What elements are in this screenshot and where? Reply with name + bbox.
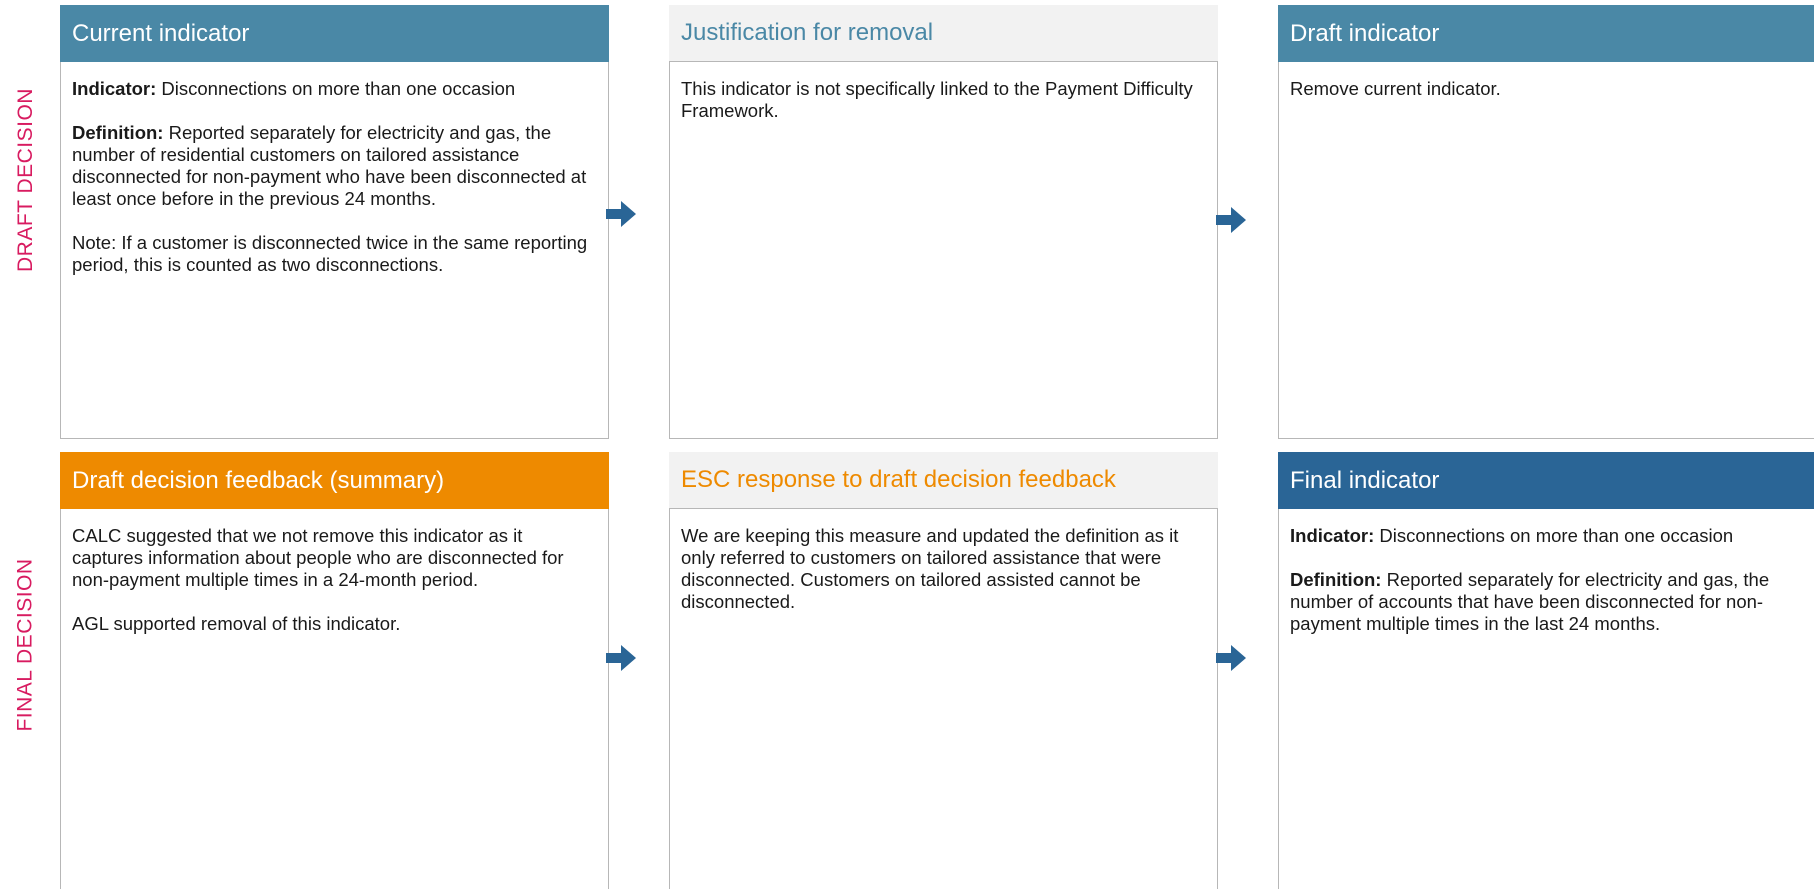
right-arrow-icon <box>1216 645 1246 671</box>
feedback-header: Draft decision feedback (summary) <box>60 452 609 509</box>
esc-response-body: We are keeping this measure and updated … <box>669 509 1218 889</box>
right-arrow-icon <box>606 645 636 671</box>
definition-line: Definition: Reported separately for elec… <box>1290 569 1814 635</box>
indicator-label: Indicator: <box>72 78 157 99</box>
feedback-paragraph-1: CALC suggested that we not remove this i… <box>72 525 564 590</box>
feedback-body: CALC suggested that we not remove this i… <box>60 509 609 889</box>
indicator-line: Indicator: Disconnections on more than o… <box>1290 525 1814 547</box>
draft-indicator-card: Draft indicator Remove current indicator… <box>1278 5 1814 439</box>
indicator-label: Indicator: <box>1290 525 1375 546</box>
draft-indicator-text: Remove current indicator. <box>1290 78 1501 99</box>
final-indicator-header: Final indicator <box>1278 452 1814 509</box>
esc-response-card: ESC response to draft decision feedback … <box>669 452 1218 889</box>
right-arrow-icon <box>606 201 636 227</box>
definition-label: Definition: <box>1290 569 1382 590</box>
current-indicator-card: Current indicator Indicator: Disconnecti… <box>60 5 609 439</box>
note-text: Note: If a customer is disconnected twic… <box>72 232 588 275</box>
definition-label: Definition: <box>72 122 164 143</box>
justification-header: Justification for removal <box>669 5 1218 62</box>
current-indicator-body: Indicator: Disconnections on more than o… <box>60 62 609 439</box>
right-arrow-icon <box>1216 207 1246 233</box>
feedback-card: Draft decision feedback (summary) CALC s… <box>60 452 609 889</box>
final-indicator-card: Final indicator Indicator: Disconnection… <box>1278 452 1814 889</box>
justification-card: Justification for removal This indicator… <box>669 5 1218 439</box>
esc-response-text: We are keeping this measure and updated … <box>681 525 1179 612</box>
indicator-line: Indicator: Disconnections on more than o… <box>72 78 597 100</box>
current-indicator-header: Current indicator <box>60 5 609 62</box>
esc-response-header: ESC response to draft decision feedback <box>669 452 1218 509</box>
definition-line: Definition: Reported separately for elec… <box>72 122 597 210</box>
draft-indicator-body: Remove current indicator. <box>1278 62 1814 439</box>
feedback-paragraph-2: AGL supported removal of this indicator. <box>72 613 401 634</box>
final-indicator-body: Indicator: Disconnections on more than o… <box>1278 509 1814 889</box>
draft-decision-label: DRAFT DECISION <box>14 88 37 272</box>
indicator-text: Disconnections on more than one occasion <box>156 78 516 99</box>
draft-indicator-header: Draft indicator <box>1278 5 1814 62</box>
final-decision-label: FINAL DECISION <box>14 558 37 732</box>
justification-body: This indicator is not specifically linke… <box>669 62 1218 439</box>
indicator-text: Disconnections on more than one occasion <box>1374 525 1734 546</box>
justification-text: This indicator is not specifically linke… <box>681 78 1193 121</box>
